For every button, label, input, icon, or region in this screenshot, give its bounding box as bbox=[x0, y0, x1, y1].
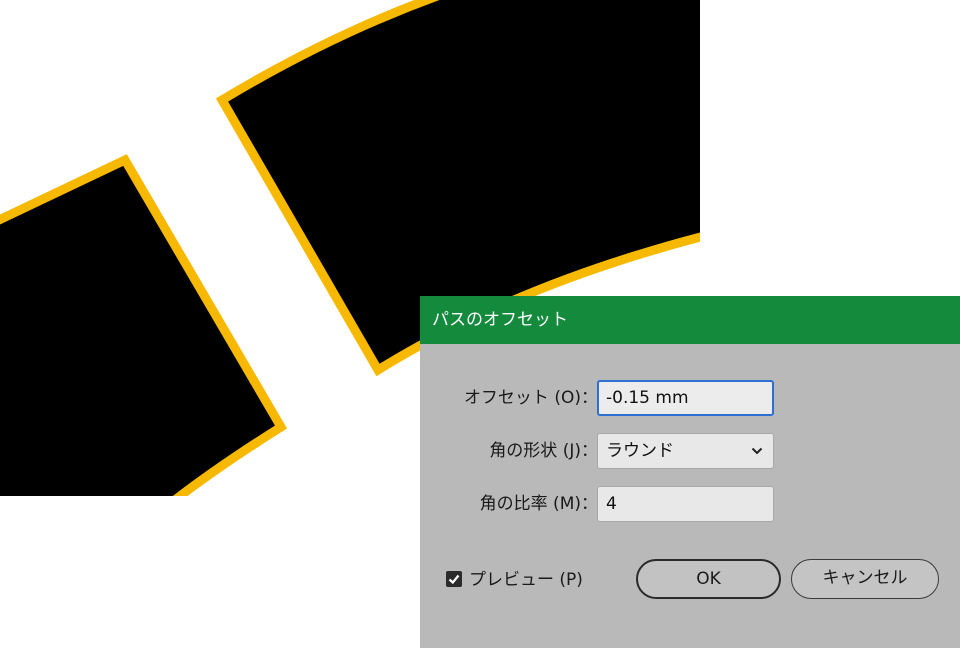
joins-label: 角の形状 (J)： bbox=[489, 441, 598, 461]
preview-checkbox-row[interactable]: プレビュー (P) bbox=[446, 569, 583, 591]
offset-input[interactable]: -0.15 mm bbox=[597, 380, 774, 416]
checkmark-icon bbox=[448, 574, 460, 585]
dialog-title: パスのオフセット bbox=[420, 296, 960, 344]
miter-limit-input[interactable]: 4 bbox=[597, 486, 774, 522]
ok-button[interactable]: OK bbox=[636, 559, 781, 599]
preview-checkbox[interactable] bbox=[446, 571, 462, 587]
joins-select[interactable]: ラウンド bbox=[597, 433, 774, 469]
cancel-button[interactable]: キャンセル bbox=[791, 559, 939, 599]
offset-label: オフセット (O)： bbox=[463, 388, 598, 408]
offset-path-dialog: パスのオフセット オフセット (O)： -0.15 mm 角の形状 (J)： ラ… bbox=[420, 296, 960, 648]
miter-limit-row: 角の比率 (M)： 4 bbox=[420, 486, 960, 522]
preview-label: プレビュー (P) bbox=[469, 570, 583, 590]
chevron-down-icon bbox=[751, 447, 763, 455]
joins-row: 角の形状 (J)： ラウンド bbox=[420, 433, 960, 469]
joins-selected-value: ラウンド bbox=[606, 441, 674, 461]
offset-row: オフセット (O)： -0.15 mm bbox=[420, 380, 960, 416]
miter-limit-label: 角の比率 (M)： bbox=[479, 494, 598, 514]
